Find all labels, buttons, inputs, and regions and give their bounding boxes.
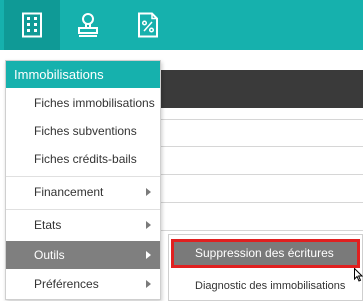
background-divider [160,202,363,203]
stamp-icon [75,12,101,38]
chevron-right-icon [146,280,151,288]
menu-item-preferences[interactable]: Préférences [6,270,160,298]
percent-document-icon [137,12,159,38]
menu-item-fiches-subventions[interactable]: Fiches subventions [6,117,160,145]
immobilisations-menu: Immobilisations Fiches immobilisations F… [5,60,161,300]
chevron-right-icon [146,251,151,259]
top-toolbar [0,0,363,50]
building-icon [21,12,43,38]
toolbar-button-percent[interactable] [120,0,176,50]
background-divider [160,230,363,231]
mouse-cursor-icon [354,267,363,285]
menu-item-label: Outils [34,248,65,262]
background-divider [160,174,363,175]
chevron-right-icon [146,221,151,229]
menu-item-fiches-credits-bails[interactable]: Fiches crédits-bails [6,145,160,173]
menu-item-label: Préférences [34,277,99,291]
menu-item-label: Etats [34,218,62,232]
outils-submenu: Suppression des écritures Diagnostic des… [168,234,363,301]
toolbar-button-stamp[interactable] [60,0,116,50]
toolbar-button-immobilisations[interactable] [4,0,60,50]
menu-separator [6,209,160,210]
menu-separator [6,176,160,177]
menu-item-fiches-immobilisations[interactable]: Fiches immobilisations [6,89,160,117]
background-divider [160,146,363,147]
submenu-item-suppression-ecritures[interactable]: Suppression des écritures [171,239,360,268]
chevron-right-icon [146,188,151,196]
menu-header: Immobilisations [6,61,160,88]
submenu-item-diagnostic-immobilisations[interactable]: Diagnostic des immobilisations [171,275,360,297]
background-table-header [160,70,363,108]
menu-item-label: Financement [34,185,104,199]
menu-item-outils[interactable]: Outils [6,241,160,269]
background-divider [160,119,363,120]
menu-item-financement[interactable]: Financement [6,178,160,206]
menu-item-etats[interactable]: Etats [6,211,160,239]
